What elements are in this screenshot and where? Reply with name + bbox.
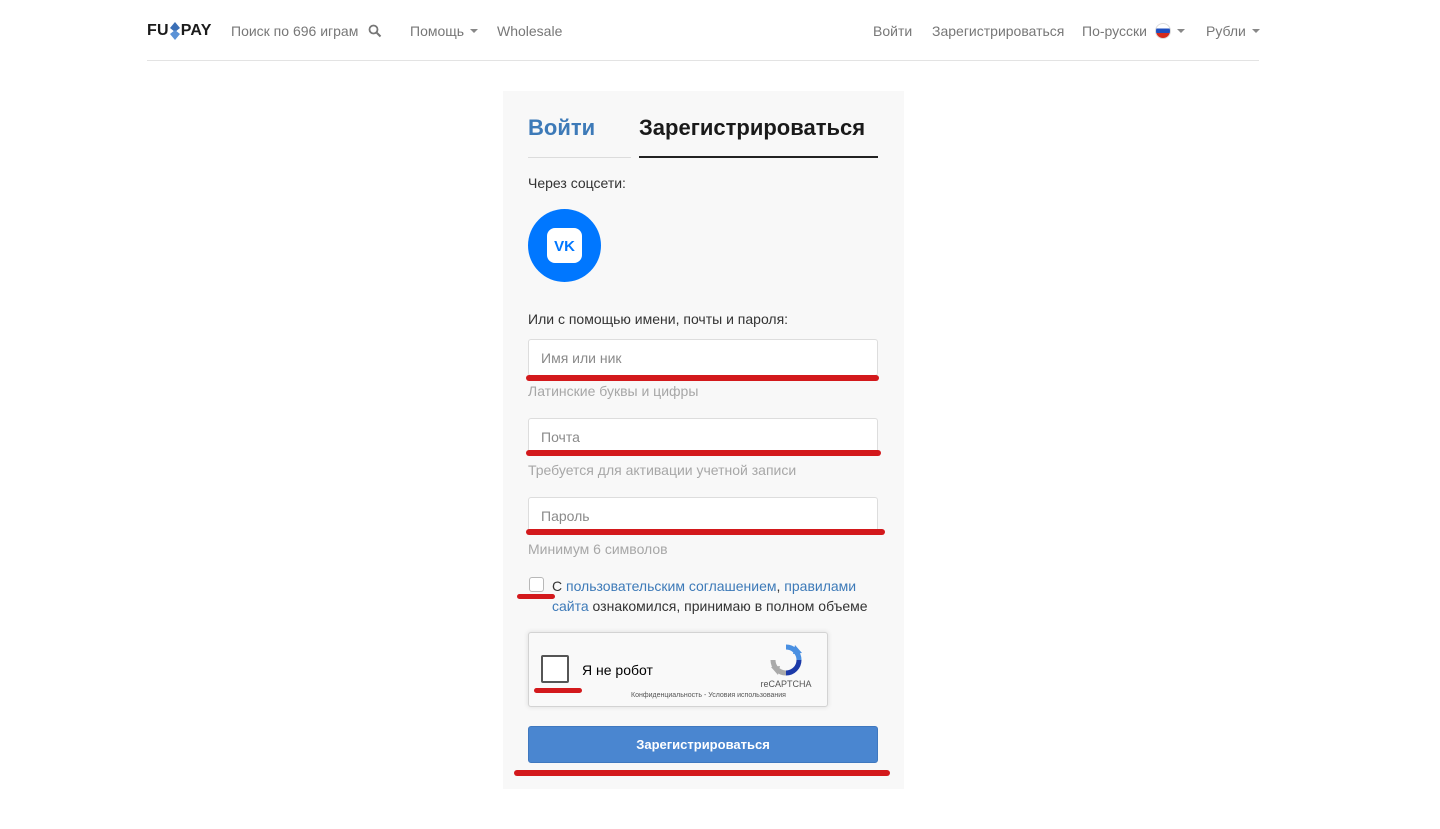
page: FU PAY Поиск по 696 играм Помощь Wholesa…: [0, 0, 1440, 829]
wholesale-label: Wholesale: [497, 23, 563, 39]
vk-icon: VK: [547, 228, 582, 263]
annotation-underline: [526, 450, 881, 456]
chevron-down-icon: [470, 29, 479, 33]
navbar: FU PAY Поиск по 696 играм Помощь Wholesa…: [147, 0, 1260, 61]
help-label: Помощь: [410, 23, 465, 39]
email-hint: Требуется для активации учетной записи: [528, 462, 797, 478]
agreement-checkbox[interactable]: [529, 577, 544, 592]
social-label: Через соцсети:: [528, 175, 626, 191]
register-submit-button[interactable]: Зарегистрироваться: [528, 726, 878, 763]
annotation-underline: [526, 529, 885, 535]
register-card: Войти Зарегистрироваться Через соцсети: …: [503, 91, 904, 789]
chevron-down-icon: [1251, 29, 1260, 33]
logo[interactable]: FU PAY: [147, 21, 212, 41]
agreement-prefix: С: [552, 578, 566, 594]
logo-text-left: FU: [147, 22, 169, 39]
tab-active-indicator: [639, 156, 878, 158]
password-hint: Минимум 6 символов: [528, 541, 668, 557]
recaptcha-links[interactable]: Конфиденциальность - Условия использован…: [631, 692, 786, 699]
annotation-underline: [526, 375, 879, 381]
header-register-label: Зарегистрироваться: [932, 23, 1065, 39]
header-register-link[interactable]: Зарегистрироваться: [932, 21, 1064, 41]
agreement-text: С пользовательским соглашением, правилам…: [552, 576, 882, 616]
logo-mark-icon: [169, 22, 180, 40]
help-menu[interactable]: Помощь: [410, 21, 479, 41]
search-icon: [368, 24, 382, 38]
language-menu[interactable]: По-русски: [1082, 21, 1185, 41]
annotation-underline: [534, 688, 582, 693]
recaptcha-brand: reCAPTCHA: [760, 679, 812, 689]
tab-divider: [528, 157, 631, 158]
currency-label: Рубли: [1206, 23, 1246, 39]
user-agreement-link[interactable]: пользовательским соглашением: [566, 578, 777, 594]
wholesale-link[interactable]: Wholesale: [497, 21, 562, 41]
russia-flag-icon: [1154, 23, 1171, 39]
vk-login-button[interactable]: VK: [528, 209, 601, 282]
recaptcha-checkbox[interactable]: [541, 655, 569, 683]
svg-text:VK: VK: [554, 238, 575, 255]
recaptcha-logo-icon: [770, 644, 802, 676]
annotation-underline: [517, 594, 555, 599]
annotation-underline: [514, 770, 890, 776]
username-hint: Латинские буквы и цифры: [528, 383, 699, 399]
agreement-suffix: ознакомился, принимаю в полном объеме: [588, 598, 868, 614]
recaptcha-widget: Я не робот reCAPTCHA Конфиденциальность …: [528, 632, 828, 707]
recaptcha-label: Я не робот: [582, 662, 653, 678]
search-label: Поиск по 696 играм: [231, 23, 359, 39]
chevron-down-icon: [1176, 29, 1185, 33]
tab-login[interactable]: Войти: [528, 115, 595, 141]
header-login-label: Войти: [873, 23, 913, 39]
search-link[interactable]: Поиск по 696 играм: [231, 21, 382, 41]
vk-logo-glyph: VK: [554, 238, 575, 255]
username-field[interactable]: [528, 339, 878, 376]
logo-text-right: PAY: [180, 22, 212, 39]
auth-tabs: Войти Зарегистрироваться: [528, 91, 878, 158]
language-label: По-русски: [1082, 23, 1147, 39]
alt-method-label: Или с помощью имени, почты и пароля:: [528, 311, 789, 327]
tab-register[interactable]: Зарегистрироваться: [639, 115, 865, 141]
header-login-link[interactable]: Войти: [873, 21, 912, 41]
currency-menu[interactable]: Рубли: [1206, 21, 1260, 41]
